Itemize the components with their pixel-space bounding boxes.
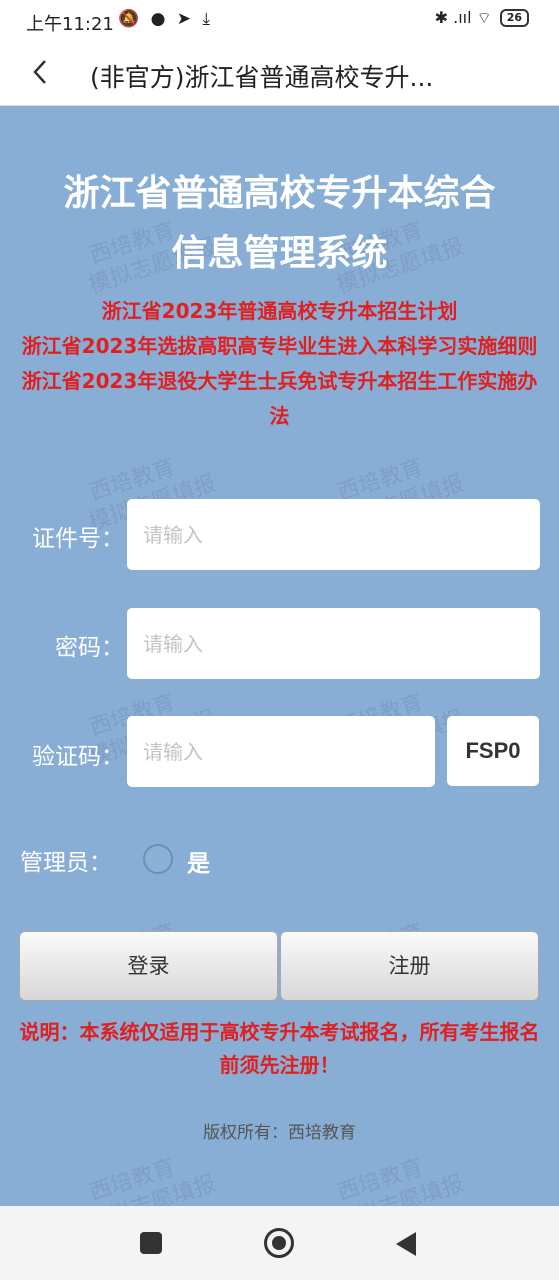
notice-text: 说明：本系统仅适用于高校专升本考试报名，所有考生报名前须先注册！	[19, 1020, 540, 1077]
link-enrollment-plan[interactable]: 浙江省2023年普通高校专升本招生计划	[14, 294, 545, 329]
chevron-left-icon	[33, 60, 46, 84]
status-time: 上午11:21	[26, 14, 114, 35]
system-icons: ✱ .ııl ⌔ 26	[435, 8, 529, 28]
captcha-input[interactable]	[127, 716, 435, 787]
main-content: 西培教育模拟志愿填报 西培教育模拟志愿填报 西培教育模拟志愿填报 西培教育模拟志…	[0, 106, 559, 1206]
password-input[interactable]	[127, 608, 540, 679]
copyright-text: 版权所有：西培教育	[203, 1123, 356, 1143]
battery-icon: 26	[499, 9, 529, 27]
captcha-label: 验证码：	[32, 744, 124, 770]
app-title: (非官方)浙江省普通高校专升...	[90, 63, 434, 92]
id-number-input[interactable]	[127, 499, 540, 570]
admin-label: 管理员：	[20, 850, 112, 876]
watermark: 西培教育模拟志愿填报	[333, 1154, 468, 1206]
document-links: 浙江省2023年普通高校专升本招生计划 浙江省2023年选拔高职高专毕业生进入本…	[14, 294, 545, 434]
bluetooth-signal-wifi-icons: ✱ .ııl ⌔	[434, 8, 492, 27]
watermark: 西培教育模拟志愿填报	[85, 1154, 220, 1206]
register-button[interactable]: 注册	[280, 931, 539, 1001]
admin-option-label[interactable]: 是	[187, 844, 210, 878]
id-label: 证件号：	[32, 526, 124, 552]
login-button[interactable]: 登录	[19, 931, 278, 1001]
page-title: 浙江省普通高校专升本综合 信息管理系统	[63, 173, 496, 274]
app-bar: (非官方)浙江省普通高校专升...	[0, 42, 559, 106]
back-triangle-icon[interactable]	[396, 1232, 416, 1256]
link-veterans-policy[interactable]: 浙江省2023年退役大学生士兵免试专升本招生工作实施办法	[14, 364, 545, 434]
back-button[interactable]	[20, 50, 60, 94]
system-nav-bar	[0, 1206, 559, 1280]
password-label: 密码：	[55, 635, 124, 661]
captcha-code[interactable]: FSP0	[447, 716, 539, 786]
notification-icons: 🔕 ● ➤ ⤓	[118, 9, 213, 29]
recents-square-icon[interactable]	[140, 1232, 162, 1254]
admin-radio[interactable]	[143, 844, 173, 874]
link-implementation-rules[interactable]: 浙江省2023年选拔高职高专毕业生进入本科学习实施细则	[14, 329, 545, 364]
status-bar: 上午11:21 🔕 ● ➤ ⤓ ✱ .ııl ⌔ 26	[0, 0, 559, 42]
home-circle-icon[interactable]	[264, 1228, 294, 1258]
